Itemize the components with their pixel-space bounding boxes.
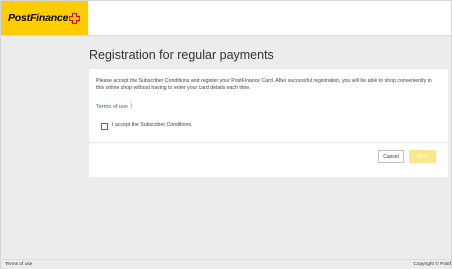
page-footer: Terms of use Copyright © Postf <box>1 259 451 269</box>
postfinance-cross-icon <box>69 12 81 24</box>
chevron-right-icon: 〉 <box>130 104 136 110</box>
accept-conditions-label[interactable]: I accept the Subscriber Conditions. <box>112 122 192 128</box>
browser-frame: PostFinance Registration for regular pay… <box>0 0 452 269</box>
footer-copyright: Copyright © Postf <box>413 262 451 267</box>
footer-terms-link[interactable]: Terms of use <box>5 262 32 267</box>
cancel-button[interactable]: Cancel <box>378 150 404 163</box>
terms-of-use-link[interactable]: Terms of use 〉 <box>96 102 136 110</box>
terms-link-label[interactable]: Terms of use <box>96 104 128 110</box>
card-divider <box>89 142 448 143</box>
next-button[interactable]: Next <box>409 150 436 163</box>
description-text: Please accept the Subscriber Conditions … <box>96 78 432 91</box>
top-bar: PostFinance <box>1 1 451 36</box>
logo-text: PostFinance <box>8 12 69 24</box>
registration-card: Please accept the Subscriber Conditions … <box>89 69 448 177</box>
accept-conditions-checkbox[interactable] <box>101 123 108 130</box>
postfinance-logo: PostFinance <box>1 1 88 35</box>
page-title: Registration for regular payments <box>89 48 274 62</box>
